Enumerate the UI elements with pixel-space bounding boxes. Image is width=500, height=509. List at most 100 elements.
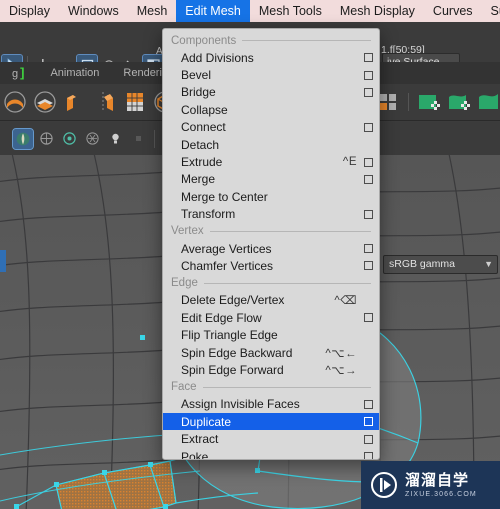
menu-item-bridge[interactable]: Bridge [163, 84, 379, 101]
option-box-icon[interactable] [364, 122, 373, 132]
option-box-icon[interactable] [364, 452, 373, 459]
menu-item-label: Extract [181, 432, 219, 447]
menu-item-label: Average Vertices [181, 241, 272, 256]
menu-item-label: Assign Invisible Faces [181, 397, 300, 412]
chevron-down-icon[interactable]: ▼ [484, 256, 497, 273]
display-separator [154, 129, 155, 148]
option-box-icon[interactable] [364, 417, 373, 427]
menu-item-merge[interactable]: Merge [163, 171, 379, 188]
menu-item-label: Duplicate [181, 414, 232, 429]
menu-section-rule [209, 230, 371, 232]
menu-item-mesh-tools[interactable]: Mesh Tools [250, 0, 331, 22]
extrude-icon[interactable] [62, 89, 88, 115]
nurbs-surface-icon-2[interactable] [446, 89, 472, 115]
menu-section-components: Components [163, 32, 379, 49]
option-box-icon[interactable] [364, 70, 373, 80]
textured-display-icon[interactable] [82, 129, 102, 149]
option-box-icon[interactable] [364, 244, 373, 254]
color-management-dropdown[interactable]: sRGB gamma ▼ [383, 255, 498, 274]
menu-item-label: Collapse [181, 102, 228, 117]
menu-item-connect[interactable]: Connect [163, 119, 379, 136]
menu-item-bevel[interactable]: Bevel [163, 66, 379, 83]
menu-item-poke[interactable]: Poke [163, 448, 379, 460]
menu-item-label: Merge [181, 172, 216, 187]
smooth-shade-icon[interactable] [59, 129, 79, 149]
option-box-icon[interactable] [364, 174, 373, 184]
shadows-icon[interactable] [128, 129, 148, 149]
menu-item-surfaces[interactable]: Surfaces [482, 0, 500, 22]
menu-item-label: Flip Triangle Edge [181, 328, 278, 343]
menu-item-curves[interactable]: Curves [424, 0, 482, 22]
shaded-display-icon[interactable] [12, 127, 34, 150]
menu-item-label: Poke [181, 449, 209, 460]
menu-item-shortcut: ^⌥← [325, 347, 357, 360]
edit-mesh-dropdown-menu[interactable]: Components Add Divisions Bevel Bridge Co… [162, 28, 380, 460]
menu-section-rule [202, 386, 371, 388]
menu-section-vertex: Vertex [163, 223, 379, 240]
menu-item-transform[interactable]: Transform [163, 206, 379, 223]
menu-item-edit-mesh[interactable]: Edit Mesh [176, 0, 250, 22]
nurbs-surface-icon-3[interactable] [476, 89, 500, 115]
menu-item-extrude[interactable]: Extrude ^E [163, 153, 379, 170]
menu-item-shortcut: ^⌥→ [325, 364, 357, 377]
menu-item-duplicate[interactable]: Duplicate [163, 413, 379, 431]
watermark-text: 溜溜自学 ZIXUE.3066.COM [405, 473, 477, 498]
option-box-icon[interactable] [364, 87, 373, 97]
menu-item-detach[interactable]: Detach [163, 136, 379, 153]
option-box-icon[interactable] [364, 313, 373, 323]
menu-item-display[interactable]: Display [0, 0, 59, 22]
menu-item-delete-edge-vertex[interactable]: Delete Edge/Vertex ^⌫ [163, 292, 379, 309]
option-box-icon[interactable] [364, 399, 373, 409]
polygon-sphere-icon[interactable] [2, 89, 28, 115]
menu-item-label: Add Divisions [181, 50, 254, 65]
menu-item-label: Spin Edge Forward [181, 362, 284, 377]
menu-section-rule [242, 40, 371, 41]
option-box-icon[interactable] [364, 157, 373, 167]
menu-item-flip-triangle-edge[interactable]: Flip Triangle Edge [163, 326, 379, 343]
watermark: 溜溜自学 ZIXUE.3066.COM [361, 461, 500, 509]
menu-item-label: Chamfer Vertices [181, 258, 274, 273]
menu-item-add-divisions[interactable]: Add Divisions [163, 49, 379, 66]
lighting-icon[interactable] [105, 129, 125, 149]
menu-item-mesh[interactable]: Mesh [128, 0, 177, 22]
menu-item-windows[interactable]: Windows [59, 0, 128, 22]
polygon-plane-icon[interactable] [32, 89, 58, 115]
menu-item-shortcut: ^⌫ [334, 295, 357, 308]
menu-item-mesh-display[interactable]: Mesh Display [331, 0, 424, 22]
panel-accent-bar [0, 250, 6, 272]
shelf-tab-animation[interactable]: Animation [38, 62, 111, 84]
menu-item-spin-edge-backward[interactable]: Spin Edge Backward ^⌥← [163, 344, 379, 361]
menu-section-edge: Edge [163, 275, 379, 292]
option-box-icon[interactable] [364, 209, 373, 219]
menu-item-merge-to-center[interactable]: Merge to Center [163, 188, 379, 205]
menu-item-extract[interactable]: Extract [163, 430, 379, 447]
menu-item-average-vertices[interactable]: Average Vertices [163, 240, 379, 257]
menu-item-spin-edge-forward[interactable]: Spin Edge Forward ^⌥→ [163, 361, 379, 378]
menu-item-label: Detach [181, 137, 220, 152]
quad-draw-grid-icon[interactable] [122, 89, 148, 115]
menu-bar[interactable]: Display Windows Mesh Edit Mesh Mesh Tool… [0, 0, 500, 22]
menu-section-label: Face [171, 381, 197, 394]
maya-application-window: Display Windows Mesh Edit Mesh Mesh Tool… [0, 0, 500, 509]
menu-item-label: Bridge [181, 85, 216, 100]
option-box-icon[interactable] [364, 261, 373, 271]
menu-item-collapse[interactable]: Collapse [163, 101, 379, 118]
menu-item-label: Delete Edge/Vertex [181, 293, 285, 308]
shelf-separator [408, 93, 409, 111]
extrude-mirror-icon[interactable] [92, 89, 118, 115]
option-box-icon[interactable] [364, 53, 373, 63]
menu-item-chamfer-vertices[interactable]: Chamfer Vertices [163, 257, 379, 274]
menu-item-label: Connect [181, 120, 226, 135]
menu-item-shortcut: ^E [342, 156, 357, 169]
watermark-en-label: ZIXUE.3066.COM [405, 490, 477, 498]
play-logo-icon [371, 472, 397, 498]
menu-item-assign-invisible-faces[interactable]: Assign Invisible Faces [163, 396, 379, 413]
menu-item-edit-edge-flow[interactable]: Edit Edge Flow [163, 309, 379, 326]
menu-section-label: Components [171, 34, 237, 47]
menu-section-face: Face [163, 379, 379, 396]
menu-section-rule [203, 282, 371, 284]
wireframe-display-icon[interactable] [36, 129, 56, 149]
option-box-icon[interactable] [364, 434, 373, 444]
shelf-tab-rigging[interactable]: g] [0, 62, 38, 85]
nurbs-surface-icon-1[interactable] [416, 89, 442, 115]
